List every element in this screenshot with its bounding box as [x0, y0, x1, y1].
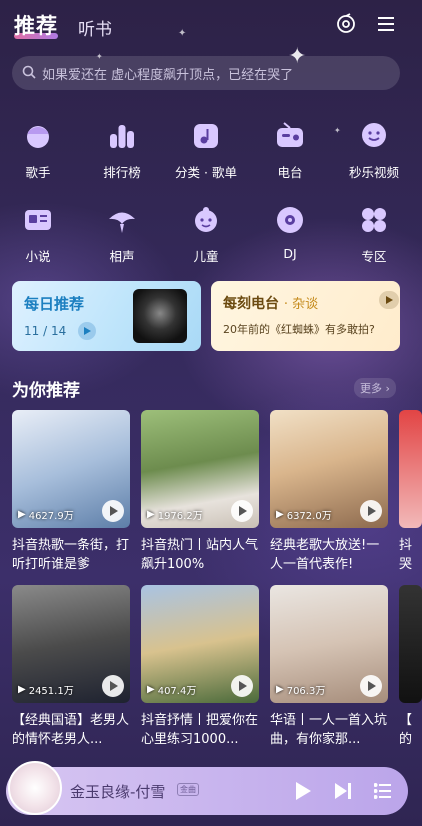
- shortcut-zone[interactable]: 专区: [339, 200, 409, 265]
- search-bar[interactable]: 如果爱还在 虚心程度飙升顶点，已经在哭了: [12, 56, 400, 90]
- playlist-cover: ▶ 706.3万: [270, 585, 388, 703]
- playlist-tile[interactable]: ▶ 2451.1万 【经典国语】老男人的情怀老男人...: [12, 585, 130, 749]
- tab-recommend[interactable]: 推荐: [14, 10, 58, 40]
- playlist-cover: [399, 410, 422, 528]
- play-icon[interactable]: [360, 500, 382, 522]
- daily-title: 每日推荐: [24, 295, 85, 313]
- kids-icon: [186, 200, 226, 240]
- playlist-caption: 华语丨一人一首入坑曲，有你家那...: [270, 713, 388, 747]
- play-count: ▶ 4627.9万: [18, 509, 74, 522]
- dj-icon: [270, 200, 310, 240]
- section-title: 为你推荐: [12, 381, 80, 401]
- playlist-tile[interactable]: ▶ 706.3万 华语丨一人一首入坑曲，有你家那...: [270, 585, 388, 749]
- shortcut-video[interactable]: 秒乐视频: [339, 116, 409, 181]
- shortcut-label: 相声: [109, 249, 135, 264]
- shortcut-label: 专区: [361, 249, 387, 264]
- playlist-tile-partial[interactable]: 抖哭: [399, 410, 422, 574]
- album-art[interactable]: [8, 761, 62, 815]
- daily-recommend-card[interactable]: 每日推荐 11 / 14: [12, 281, 201, 351]
- radio-card[interactable]: 每刻电台 · 杂谈 20年前的《红蜘蛛》有多敢拍?: [211, 281, 400, 351]
- shortcut-playlist[interactable]: 分类 · 歌单: [171, 116, 241, 181]
- more-label: 更多: [360, 382, 382, 395]
- play-icon[interactable]: [379, 291, 399, 309]
- daily-date: 11 / 14: [24, 324, 67, 338]
- shortcut-label: 电台: [277, 165, 303, 180]
- play-icon[interactable]: [231, 675, 253, 697]
- shortcut-label: 小说: [25, 249, 51, 264]
- crosstalk-icon: [102, 200, 142, 240]
- playlist-tile-partial[interactable]: 【的: [399, 585, 422, 749]
- playlist-caption: 抖音抒情丨把爱你在心里练习1000...: [141, 713, 259, 747]
- voice-search-icon[interactable]: [334, 12, 358, 36]
- play-count: ▶ 706.3万: [276, 684, 326, 697]
- zone-icon: [354, 200, 394, 240]
- shortcut-label: 分类 · 歌单: [175, 165, 237, 180]
- shortcut-singer[interactable]: 歌手: [3, 116, 73, 181]
- playlist-cover: ▶ 407.4万: [141, 585, 259, 703]
- playlist-tile[interactable]: ▶ 1976.2万 抖音热门丨站内人气飙升100%: [141, 410, 259, 574]
- star-decoration: ✦: [178, 28, 187, 39]
- play-count: ▶ 2451.1万: [18, 684, 74, 697]
- radio-title: 每刻电台 · 杂谈: [223, 293, 318, 313]
- more-button[interactable]: 更多 ›: [354, 378, 396, 398]
- playlist-tile[interactable]: ▶ 4627.9万 抖音热歌一条街，打听打听谁是爹: [12, 410, 130, 574]
- playlist-caption: 抖哭: [399, 538, 413, 572]
- shortcut-chart[interactable]: 排行榜: [87, 116, 157, 181]
- play-count: ▶ 407.4万: [147, 684, 197, 697]
- play-icon[interactable]: [360, 675, 382, 697]
- shortcut-novel[interactable]: 小说: [3, 200, 73, 265]
- mini-player[interactable]: 金玉良缘-付雪 金曲: [6, 761, 408, 815]
- playlist-cover: ▶ 6372.0万: [270, 410, 388, 528]
- chart-icon: [102, 116, 142, 156]
- play-icon[interactable]: [294, 781, 312, 805]
- singer-icon: [18, 116, 58, 156]
- novel-icon: [18, 200, 58, 240]
- playlist-caption: 【经典国语】老男人的情怀老男人...: [12, 713, 130, 747]
- play-count: ▶ 6372.0万: [276, 509, 332, 522]
- search-placeholder: 如果爱还在 虚心程度飙升顶点，已经在哭了: [42, 67, 294, 83]
- radio-tag: · 杂谈: [283, 297, 319, 312]
- playlist-icon: [186, 116, 226, 156]
- radio-title-text: 每刻电台: [223, 296, 279, 312]
- shortcut-label: DJ: [283, 246, 297, 261]
- radio-desc: 20年前的《红蜘蛛》有多敢拍?: [223, 323, 375, 336]
- radio-icon: [270, 116, 310, 156]
- playlist-cover: ▶ 1976.2万: [141, 410, 259, 528]
- play-icon[interactable]: [102, 500, 124, 522]
- daily-cover-image: [133, 289, 187, 343]
- now-playing-title: 金玉良缘-付雪: [70, 783, 166, 801]
- next-track-icon[interactable]: [334, 782, 352, 804]
- shortcut-label: 儿童: [193, 249, 219, 264]
- play-icon[interactable]: [102, 675, 124, 697]
- tab-audiobook[interactable]: 听书: [78, 15, 112, 40]
- shortcut-radio[interactable]: 电台: [255, 116, 325, 181]
- playlist-caption: 【的: [399, 713, 413, 747]
- quality-badge: 金曲: [177, 783, 199, 796]
- video-icon: [354, 116, 394, 156]
- play-icon[interactable]: [231, 500, 253, 522]
- playlist-tile[interactable]: ▶ 6372.0万 经典老歌大放送!一人一首代表作!: [270, 410, 388, 574]
- search-icon: [22, 64, 36, 83]
- playlist-caption: 抖音热门丨站内人气飙升100%: [141, 538, 259, 572]
- playlist-tile[interactable]: ▶ 407.4万 抖音抒情丨把爱你在心里练习1000...: [141, 585, 259, 749]
- shortcut-label: 歌手: [25, 165, 51, 180]
- shortcut-label: 秒乐视频: [348, 165, 399, 180]
- playlist-cover: ▶ 4627.9万: [12, 410, 130, 528]
- play-icon[interactable]: [78, 322, 96, 340]
- shortcut-crosstalk[interactable]: 相声: [87, 200, 157, 265]
- playlist-caption: 抖音热歌一条街，打听打听谁是爹: [12, 538, 130, 572]
- shortcut-kids[interactable]: 儿童: [171, 200, 241, 265]
- shortcut-label: 排行榜: [103, 165, 141, 180]
- playlist-queue-icon[interactable]: [373, 782, 392, 804]
- playlist-cover: ▶ 2451.1万: [12, 585, 130, 703]
- playlist-caption: 经典老歌大放送!一人一首代表作!: [270, 538, 380, 572]
- play-count: ▶ 1976.2万: [147, 509, 203, 522]
- menu-icon[interactable]: [376, 14, 396, 34]
- shortcut-dj[interactable]: DJ: [255, 200, 325, 261]
- playlist-cover: [399, 585, 422, 703]
